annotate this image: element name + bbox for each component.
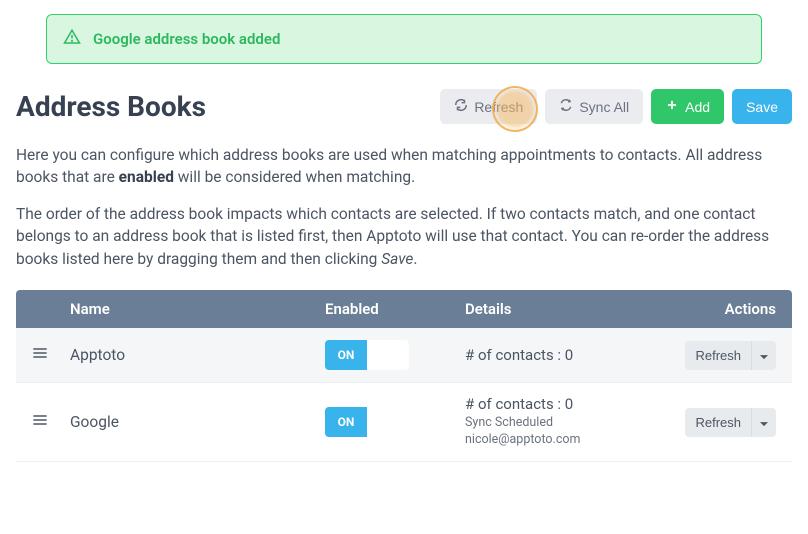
header-name: Name	[70, 300, 325, 318]
address-books-table: Name Enabled Details Actions Apptoto ON …	[16, 290, 792, 462]
table-row[interactable]: Google ON # of contacts : 0 Sync Schedul…	[16, 383, 792, 462]
sync-icon	[559, 98, 573, 115]
toggle-on-label: ON	[325, 407, 367, 437]
row-action-split: Refresh	[685, 408, 776, 437]
toggle-off-side	[367, 407, 409, 437]
header-actions: Actions	[668, 300, 776, 318]
toggle-off-side	[367, 340, 409, 370]
row-refresh-button[interactable]: Refresh	[685, 408, 751, 437]
row-name: Apptoto	[70, 346, 325, 364]
row-action-dropdown[interactable]	[751, 341, 776, 370]
details-sub: Sync Scheduled nicole@apptoto.com	[465, 415, 668, 449]
row-action-split: Refresh	[685, 341, 776, 370]
row-name: Google	[70, 413, 325, 431]
chevron-down-icon	[760, 348, 768, 363]
details-main: # of contacts : 0	[465, 346, 668, 364]
warning-triangle-icon	[63, 28, 81, 50]
sync-all-button[interactable]: Sync All	[545, 89, 643, 124]
refresh-icon	[454, 98, 468, 115]
description-1: Here you can configure which address boo…	[16, 144, 792, 189]
success-alert: Google address book added	[46, 14, 762, 64]
enabled-toggle[interactable]: ON	[325, 407, 409, 437]
toolbar: Refresh Sync All Add Save	[440, 89, 792, 124]
save-button-label: Save	[746, 99, 778, 115]
details-main: # of contacts : 0	[465, 395, 668, 413]
row-action-dropdown[interactable]	[751, 408, 776, 437]
add-button[interactable]: Add	[651, 89, 724, 124]
drag-handle-icon[interactable]	[32, 413, 48, 431]
add-button-label: Add	[685, 99, 710, 115]
toggle-on-label: ON	[325, 340, 367, 370]
page-title: Address Books	[16, 90, 206, 123]
alert-message: Google address book added	[93, 30, 280, 48]
sync-all-button-label: Sync All	[579, 99, 629, 115]
header-details: Details	[465, 300, 668, 318]
plus-icon	[665, 98, 679, 115]
table-header: Name Enabled Details Actions	[16, 290, 792, 328]
table-row[interactable]: Apptoto ON # of contacts : 0 Refresh	[16, 328, 792, 383]
description-2: The order of the address book impacts wh…	[16, 203, 792, 270]
refresh-button-label: Refresh	[474, 99, 523, 115]
row-refresh-button[interactable]: Refresh	[685, 341, 751, 370]
enabled-toggle[interactable]: ON	[325, 340, 409, 370]
refresh-button[interactable]: Refresh	[440, 89, 537, 124]
chevron-down-icon	[760, 415, 768, 430]
save-button[interactable]: Save	[732, 89, 792, 124]
header-enabled: Enabled	[325, 300, 465, 318]
drag-handle-icon[interactable]	[32, 346, 48, 364]
